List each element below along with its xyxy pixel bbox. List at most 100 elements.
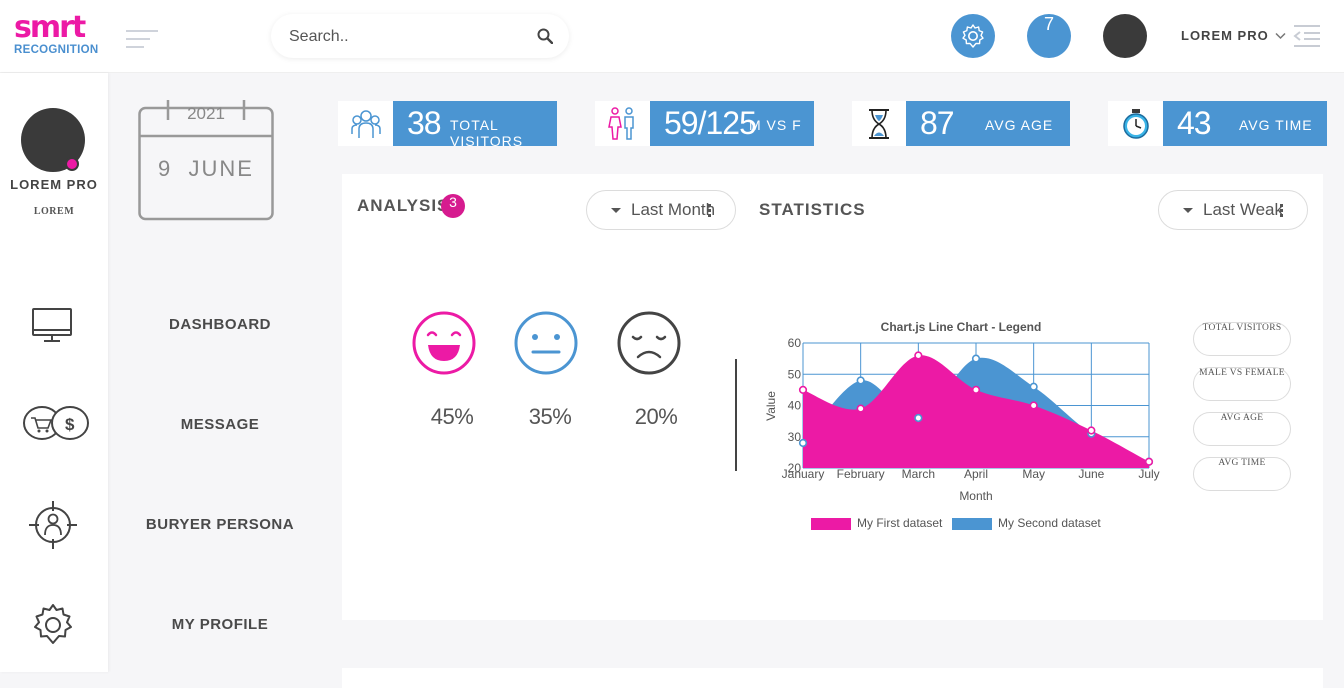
analysis-title: ANALYSIS (357, 196, 450, 215)
user-name: LOREM PRO (1181, 28, 1269, 43)
hourglass-icon (869, 109, 889, 139)
male-female-icon (608, 107, 634, 140)
neutral-percent: 35% (528, 404, 572, 429)
sad-face-icon (617, 311, 681, 375)
date-year: 2021 (187, 104, 225, 123)
data-point (856, 376, 865, 385)
chat-shopping-icon[interactable]: $ (22, 404, 90, 444)
sad-percent: 20% (634, 404, 678, 429)
date-month: JUNE (188, 156, 254, 181)
caret-down-icon (611, 208, 621, 213)
filter-total-visitors[interactable]: TOTAL VISITORS (1193, 322, 1291, 356)
legend-label: My Second dataset (998, 516, 1101, 530)
x-tick-label: February (837, 467, 885, 481)
analysis-period-dropdown[interactable]: Last Month (586, 190, 736, 230)
user-menu[interactable]: LOREM PRO (1181, 28, 1286, 43)
stat-label: AVG AGE (985, 117, 1054, 133)
settings-button[interactable] (951, 14, 995, 58)
x-tick-label: July (1138, 467, 1159, 481)
x-tick-label: June (1078, 467, 1104, 481)
data-point (971, 385, 981, 394)
data-point (798, 438, 808, 448)
stat-label: TOTAL VISITORS (450, 117, 524, 149)
more-vertical-icon (708, 204, 711, 219)
happy-percent: 45% (430, 404, 474, 429)
gear-icon (962, 24, 984, 48)
sidebar-user-name: LOREM PRO (10, 177, 98, 192)
stat-value: 87 (920, 105, 955, 141)
stat-card-male-female: 59/125 M VS F (595, 101, 814, 146)
caret-down-icon (1183, 208, 1193, 213)
y-tick-label: 50 (788, 367, 802, 381)
collapse-sidebar-icon[interactable] (1292, 24, 1322, 48)
x-axis-label: Month (959, 489, 992, 503)
menu-my-profile[interactable]: MY PROFILE (120, 616, 320, 633)
stat-card-avg-time: 43 AVG TIME (1108, 101, 1327, 146)
legend-swatch (952, 518, 992, 530)
stat-card-avg-age: 87 AVG AGE (852, 101, 1070, 146)
y-tick-label: 40 (788, 399, 802, 413)
chevron-down-icon (1275, 28, 1286, 43)
data-point (856, 404, 865, 413)
dropdown-value: Last Month (631, 200, 716, 219)
data-point (1087, 426, 1096, 435)
y-axis-label: Value (764, 391, 778, 421)
data-point (1029, 401, 1038, 410)
sidebar: LOREM PRO LOREM $ (0, 73, 108, 672)
stat-card-total-visitors: 38 TOTAL VISITORS (338, 101, 557, 149)
filter-male-vs-female[interactable]: MALE VS FEMALE (1193, 367, 1291, 401)
monitor-icon[interactable] (31, 307, 73, 343)
target-person-icon[interactable] (28, 500, 78, 550)
search-icon[interactable] (537, 28, 553, 44)
stat-label: AVG TIME (1239, 117, 1313, 133)
clock-icon (1123, 109, 1149, 139)
top-bar: smrt RECOGNITION 7 LOREM PRO (0, 0, 1344, 73)
analysis-badge: 3 (441, 194, 465, 218)
date-day: 9 (158, 156, 173, 181)
x-tick-label: April (964, 467, 988, 481)
stat-value: 59/125 (664, 105, 757, 141)
stat-value: 43 (1177, 105, 1212, 141)
statistics-period-dropdown[interactable]: Last Weak (1158, 190, 1308, 230)
secondary-panel (342, 668, 1323, 688)
stat-value: 38 (407, 105, 442, 141)
online-status-dot (65, 157, 79, 171)
data-point (914, 413, 923, 423)
data-point (914, 351, 923, 360)
logo-subtitle: RECOGNITION (14, 44, 99, 56)
data-point (971, 354, 981, 363)
analysis-panel: ANALYSIS 3 Last Month STATISTICS Last We… (342, 174, 1323, 620)
happy-face-icon (412, 311, 476, 375)
data-point (1144, 457, 1154, 466)
line-chart: Chart.js Line Chart - Legend2030405060Ja… (764, 320, 1160, 530)
stat-label: M VS F (749, 117, 802, 133)
dropdown-value: Last Weak (1203, 200, 1284, 219)
statistics-title: STATISTICS (759, 200, 866, 219)
legend-swatch (811, 518, 851, 530)
legend-label: My First dataset (857, 516, 943, 530)
more-vertical-icon (1280, 204, 1283, 219)
divider (735, 359, 737, 471)
menu-buyer-persona[interactable]: BURYER PERSONA (120, 516, 320, 533)
menu-message[interactable]: MESSAGE (120, 416, 320, 433)
menu-dashboard[interactable]: DASHBOARD (120, 316, 320, 333)
search-input[interactable] (287, 24, 531, 50)
svg-text:$: $ (65, 415, 75, 434)
date-day-month: 9 JUNE (138, 156, 274, 182)
x-tick-label: March (902, 467, 935, 481)
y-tick-label: 60 (788, 336, 802, 350)
x-tick-label: May (1022, 467, 1045, 481)
chart-title: Chart.js Line Chart - Legend (881, 320, 1042, 334)
logo[interactable]: smrt RECOGNITION (14, 13, 104, 58)
hamburger-icon[interactable] (126, 30, 158, 50)
data-point (798, 385, 808, 394)
notifications-button[interactable]: 7 (1027, 14, 1071, 58)
avatar[interactable] (1103, 14, 1147, 58)
x-tick-label: January (782, 467, 825, 481)
sidebar-user-subtitle: LOREM (33, 206, 75, 217)
data-point (1029, 382, 1038, 391)
filter-avg-age[interactable]: AVG AGE (1193, 412, 1291, 446)
gear-icon[interactable] (31, 603, 75, 647)
filter-avg-time[interactable]: AVG TIME (1193, 457, 1291, 491)
group-icon (351, 110, 381, 138)
